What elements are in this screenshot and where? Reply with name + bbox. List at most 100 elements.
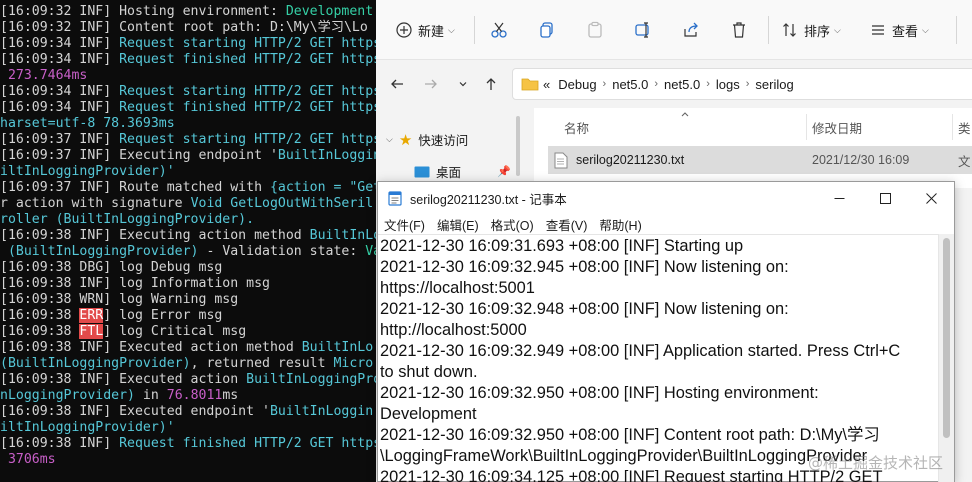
recent-locations-button[interactable] [452, 74, 474, 94]
console-text: ms [222, 388, 239, 403]
console-text: [16:09:38 INF] Executed action method [0, 340, 302, 355]
console-text: [16:09:34 INF] [0, 36, 120, 51]
star-icon: ★ [398, 131, 413, 149]
window-title: serilog20211230.txt - 记事本 [410, 192, 567, 207]
console-text: (BuiltInLoggingProvider) [0, 356, 191, 371]
breadcrumb-item[interactable]: net5.0 [612, 77, 648, 92]
navigation-row: « Debug › net5.0 › net5.0 › logs › seril… [376, 60, 972, 108]
text-line: http://localhost:5000 [380, 321, 527, 339]
notepad-text-area[interactable]: 2021-12-30 16:09:31.693 +08:00 [INF] Sta… [378, 234, 938, 482]
console-text: [16:09:37 INF] Executing endpoint ' [0, 148, 278, 163]
file-modified-date: 2021/12/30 16:09 [812, 153, 910, 167]
console-line: [16:09:32 INF] Content root path: D:\My\… [0, 20, 376, 36]
column-divider[interactable] [806, 114, 807, 140]
close-button[interactable] [908, 182, 954, 214]
text-line: to shut down. [380, 363, 478, 381]
sidebar-item-quick-access[interactable]: ⌵ ★ 快速访问 [386, 130, 469, 149]
view-button[interactable]: 查看 ⌵ [870, 18, 929, 42]
text-line: https://localhost:5001 [380, 279, 535, 297]
log-level-badge: ERR [79, 308, 104, 323]
breadcrumb-item[interactable]: logs [716, 77, 740, 92]
scrollbar-thumb[interactable] [943, 238, 950, 438]
file-type: 文 [958, 154, 971, 169]
console-line: [16:09:38 FTL] log Critical msg [0, 324, 376, 340]
console-line: iltInLoggingProvider)' [0, 420, 376, 436]
menu-help[interactable]: 帮助(H) [599, 215, 641, 234]
watermark: @稀土掘金技术社区 [808, 454, 944, 472]
console-text: harset=utf-8 78.3693ms [0, 116, 175, 131]
delete-button[interactable] [730, 18, 748, 42]
console-text: , returned result [190, 356, 334, 371]
chevron-right-icon[interactable]: › [706, 78, 710, 90]
menu-edit[interactable]: 编辑(E) [437, 215, 479, 234]
breadcrumb-item[interactable]: serilog [755, 77, 793, 92]
console-text: [16:09:34 INF] [0, 100, 120, 115]
sidebar-item-label: 快速访问 [418, 134, 469, 148]
menu-file[interactable]: 文件(F) [384, 215, 425, 234]
minimize-icon [834, 197, 844, 199]
chevron-down-icon: ⌵ [922, 24, 929, 35]
console-text: Micro [333, 356, 374, 371]
text-line: 2021-12-30 16:09:32.950 +08:00 [INF] Con… [380, 426, 880, 444]
chevron-up-icon [681, 112, 689, 117]
column-header-type[interactable]: 类 [958, 118, 971, 137]
paste-button[interactable] [586, 18, 604, 42]
console-text: ] log Error msg [103, 308, 223, 323]
copy-button[interactable] [538, 18, 556, 42]
console-text: [16:09:38 [0, 324, 80, 339]
notepad-titlebar[interactable]: serilog20211230.txt - 记事本 [378, 182, 954, 214]
console-line: [16:09:34 INF] Request starting HTTP/2 G… [0, 84, 376, 100]
toolbar-divider [768, 16, 769, 44]
toolbar-divider [474, 16, 475, 44]
address-bar[interactable]: « Debug › net5.0 › net5.0 › logs › seril… [512, 68, 972, 100]
sort-button[interactable]: 排序 ⌵ [782, 18, 841, 42]
breadcrumb-overflow[interactable]: « [543, 77, 550, 92]
console-line: [16:09:38 INF] Executing action method B… [0, 228, 376, 244]
scissors-icon [491, 22, 507, 38]
forward-button[interactable] [420, 74, 442, 94]
column-divider[interactable] [952, 114, 953, 140]
maximize-button[interactable] [862, 182, 908, 214]
console-text: BuiltInLoggingPro [246, 372, 376, 387]
console-text: Request starting HTTP/2 GET https [119, 36, 376, 51]
back-button[interactable] [386, 74, 408, 94]
console-text: ] log Critical msg [103, 324, 247, 339]
console-text: Void GetLogOutWithSeril [190, 196, 374, 211]
console-text: nLoggingProvider) [0, 388, 135, 403]
console-text: [16:09:37 INF] Route matched with [0, 180, 270, 195]
menu-view[interactable]: 查看(V) [546, 215, 588, 234]
chevron-right-icon[interactable]: › [746, 78, 750, 90]
text-line: 2021-12-30 16:09:32.945 +08:00 [INF] Now… [380, 258, 789, 276]
menu-format[interactable]: 格式(O) [491, 215, 534, 234]
console-line: (BuiltInLoggingProvider) - Validation st… [0, 244, 376, 260]
console-line: 273.7464ms [0, 68, 376, 84]
console-line: [16:09:38 DBG] log Debug msg [0, 260, 376, 276]
chevron-down-icon [459, 82, 467, 87]
breadcrumb-item[interactable]: Debug [558, 77, 596, 92]
vertical-scrollbar[interactable] [938, 234, 954, 482]
sidebar-item-desktop[interactable]: 桌面 📌 [414, 162, 511, 181]
notepad-window: serilog20211230.txt - 记事本 文件(F) 编辑(E) 格式… [377, 181, 955, 482]
console-line: [16:09:38 ERR] log Error msg [0, 308, 376, 324]
chevron-down-icon: ⌵ [386, 134, 393, 144]
sidebar-scrollbar[interactable] [516, 116, 520, 176]
cut-button[interactable] [490, 18, 508, 42]
console-line: [16:09:37 INF] Request starting HTTP/2 G… [0, 132, 376, 148]
minimize-button[interactable] [816, 182, 862, 214]
share-button[interactable] [682, 18, 700, 42]
console-line: [16:09:37 INF] Route matched with {actio… [0, 180, 376, 196]
console-text: BuiltInLoggin [269, 404, 374, 419]
console-line: iltInLoggingProvider)' [0, 164, 376, 180]
console-text: [16:09:38 INF] [0, 436, 120, 451]
rename-button[interactable] [634, 18, 652, 42]
file-row[interactable]: serilog20211230.txt 2021/12/30 16:09 文 [548, 146, 972, 174]
chevron-right-icon[interactable]: › [603, 78, 607, 90]
new-button[interactable]: 新建 ⌵ [396, 18, 455, 42]
file-name: serilog20211230.txt [576, 153, 685, 167]
chevron-right-icon[interactable]: › [654, 78, 658, 90]
breadcrumb-item[interactable]: net5.0 [664, 77, 700, 92]
rename-icon [635, 22, 649, 38]
column-header-name[interactable]: 名称 [564, 118, 589, 137]
column-header-modified[interactable]: 修改日期 [812, 118, 862, 137]
up-button[interactable] [480, 74, 502, 94]
